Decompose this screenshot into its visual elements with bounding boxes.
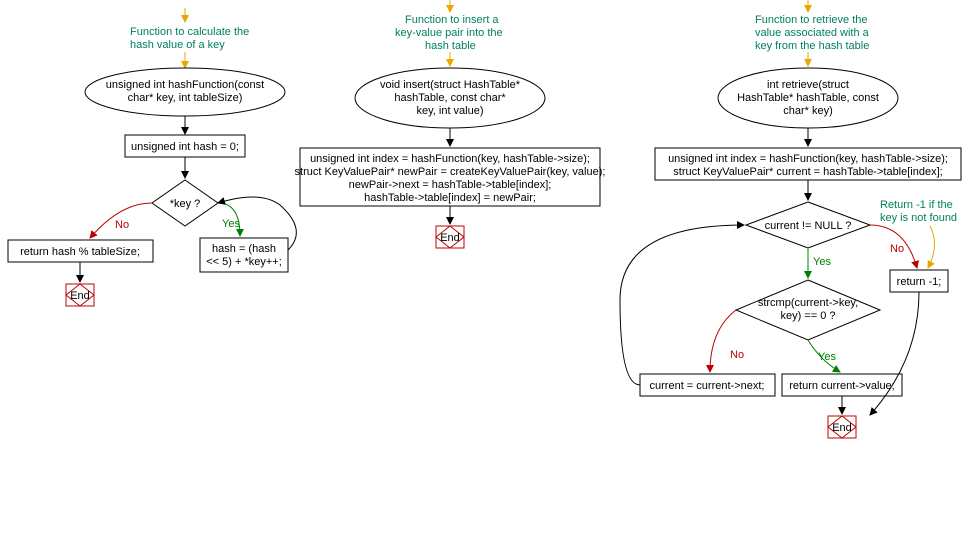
end-text: End bbox=[440, 232, 460, 244]
signature-line: unsigned int hashFunction(const bbox=[106, 79, 264, 91]
comment-text: Function to retrieve the bbox=[755, 14, 868, 26]
comment-text: hash table bbox=[425, 40, 476, 52]
advance-text: current = current->next; bbox=[650, 380, 765, 392]
no-label: No bbox=[890, 243, 904, 255]
comment-text: value associated with a bbox=[755, 27, 870, 39]
flowchart-1: Function to calculate the hash value of … bbox=[8, 8, 296, 306]
comment-text: key from the hash table bbox=[755, 40, 869, 52]
signature-line: key, int value) bbox=[416, 105, 483, 117]
comment-text: key-value pair into the bbox=[395, 27, 503, 39]
init-text: unsigned int hash = 0; bbox=[131, 141, 239, 153]
return-notfound-text: return -1; bbox=[897, 276, 942, 288]
flowchart-2: Function to insert a key-value pair into… bbox=[295, 0, 606, 248]
yes-label: Yes bbox=[818, 351, 836, 363]
end-text: End bbox=[70, 290, 90, 302]
signature-line: void insert(struct HashTable* bbox=[380, 79, 521, 91]
comment-text: hash value of a key bbox=[130, 39, 225, 51]
signature-line: char* key, int tableSize) bbox=[128, 92, 243, 104]
body-line: struct KeyValuePair* current = hashTable… bbox=[673, 166, 942, 178]
decision-text: key) == 0 ? bbox=[780, 310, 835, 322]
body-line: unsigned int index = hashFunction(key, h… bbox=[668, 153, 948, 165]
return-text: return hash % tableSize; bbox=[20, 246, 140, 258]
yes-label: Yes bbox=[813, 256, 831, 268]
comment-text: key is not found bbox=[880, 212, 957, 224]
signature-line: HashTable* hashTable, const bbox=[737, 92, 879, 104]
flowchart-canvas: Function to calculate the hash value of … bbox=[0, 0, 975, 537]
body-line: newPair->next = hashTable->table[index]; bbox=[349, 179, 552, 191]
decision-text: *key ? bbox=[170, 198, 201, 210]
body-line: struct KeyValuePair* newPair = createKey… bbox=[295, 166, 606, 178]
loop-body-line: hash = (hash bbox=[212, 243, 276, 255]
body-line: hashTable->table[index] = newPair; bbox=[364, 192, 536, 204]
comment-text: Return -1 if the bbox=[880, 199, 953, 211]
yes-label: Yes bbox=[222, 218, 240, 230]
return-found-text: return current->value; bbox=[789, 380, 894, 392]
loop-body-line: << 5) + *key++; bbox=[206, 256, 282, 268]
no-label: No bbox=[115, 219, 129, 231]
no-label: No bbox=[730, 349, 744, 361]
flowchart-3: Function to retrieve the value associate… bbox=[620, 0, 961, 438]
end-text: End bbox=[832, 422, 852, 434]
comment-text: Function to calculate the bbox=[130, 26, 249, 38]
signature-line: hashTable, const char* bbox=[394, 92, 506, 104]
signature-line: char* key) bbox=[783, 105, 833, 117]
decision-text: current != NULL ? bbox=[765, 220, 852, 232]
body-line: unsigned int index = hashFunction(key, h… bbox=[310, 153, 590, 165]
signature-line: int retrieve(struct bbox=[767, 79, 849, 91]
decision-text: strcmp(current->key, bbox=[758, 297, 858, 309]
comment-text: Function to insert a bbox=[405, 14, 499, 26]
